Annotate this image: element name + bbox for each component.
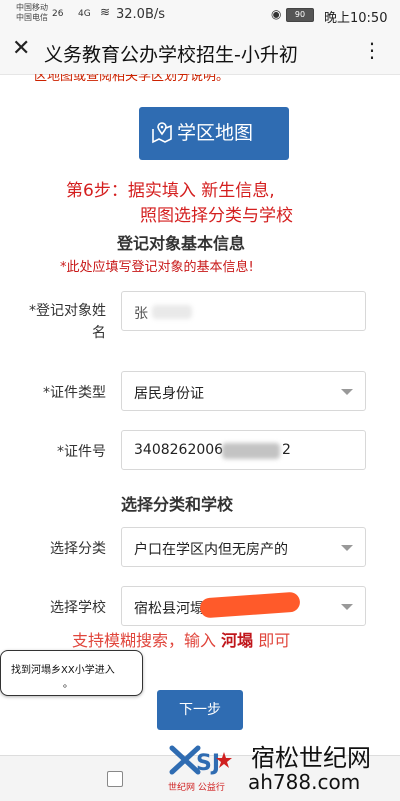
id-type-value: 居民身份证	[134, 386, 204, 402]
chevron-down-icon	[341, 545, 353, 551]
fuzzy-tip-keyword: 河塌	[221, 631, 254, 650]
annotation-line2: 。	[63, 679, 73, 690]
category-label: 选择分类	[50, 541, 106, 557]
name-input[interactable]: 张	[121, 291, 366, 331]
step-annotation-line1: 第6步：据实填入 新生信息,	[66, 181, 275, 201]
carrier-info: 中国移动 中国电信	[16, 3, 48, 23]
close-icon[interactable]: ✕	[12, 36, 30, 62]
cut-off-instruction: 区地图或查阅相关学区划分说明。	[34, 74, 230, 84]
chevron-down-icon	[341, 389, 353, 395]
signal-1-label: 26	[52, 9, 64, 19]
checkbox[interactable]	[107, 771, 123, 787]
signal-2-label: 4G	[78, 9, 91, 19]
annotation-line1: 找到河塌乡XX小学进入	[11, 665, 115, 676]
id-number-input[interactable]: 3408262006 2	[121, 430, 366, 470]
fuzzy-tip-prefix: 支持模糊搜索，输入	[72, 631, 222, 650]
status-time: 晚上10:50	[324, 11, 388, 26]
carrier-2: 中国电信	[16, 13, 48, 22]
id-number-value-start: 3408262006	[134, 442, 224, 458]
title-bar: ✕ 义务教育公办学校招生-小升初 ⋮	[0, 30, 400, 75]
id-number-label: *证件号	[57, 444, 106, 460]
name-redaction	[152, 305, 192, 319]
watermark-subtitle: 世纪网 公益行	[168, 783, 225, 793]
name-label-line1: *登记对象姓	[29, 303, 106, 319]
category-select[interactable]: 户口在学区内但无房产的	[121, 527, 366, 567]
fuzzy-search-tip: 支持模糊搜索，输入 河塌 即可	[72, 627, 290, 651]
school-label: 选择学校	[50, 600, 106, 616]
page-title: 义务教育公办学校招生-小升初	[44, 44, 298, 66]
category-value: 户口在学区内但无房产的	[134, 542, 288, 558]
id-number-redaction	[222, 443, 280, 459]
name-label: *登记对象姓 名	[16, 300, 106, 344]
basic-info-hint: *此处应填写登记对象的基本信息!	[60, 260, 254, 275]
net-speed: 32.0B/s	[116, 7, 166, 22]
id-type-select[interactable]: 居民身份证	[121, 371, 366, 411]
carrier-1: 中国移动	[16, 3, 48, 12]
watermark-logo-text: SJ	[196, 751, 220, 776]
more-menu-icon[interactable]: ⋮	[362, 38, 383, 62]
chevron-down-icon	[341, 604, 353, 610]
wifi-icon: ≋	[100, 5, 111, 19]
next-button[interactable]: 下一步	[157, 690, 243, 730]
map-pin-icon	[152, 122, 172, 144]
watermark-site-name: 宿松世纪网	[251, 744, 371, 772]
fuzzy-tip-suffix: 即可	[253, 631, 291, 650]
annotation-bubble: 找到河塌乡XX小学进入 。	[0, 650, 143, 696]
basic-info-heading: 登记对象基本信息	[117, 234, 246, 253]
step-annotation-line2: 照图选择分类与学校	[140, 206, 293, 226]
map-button-label: 学区地图	[177, 122, 254, 144]
school-section-heading: 选择分类和学校	[121, 495, 234, 514]
name-label-line2: 名	[92, 325, 106, 341]
watermark-url: ah788.com	[248, 770, 361, 794]
eye-icon: ◉	[271, 7, 282, 21]
school-value: 宿松县河塌	[134, 601, 204, 617]
id-number-value-end: 2	[282, 442, 291, 458]
battery-icon: 90	[286, 8, 314, 22]
status-bar: 中国移动 中国电信 26 4G ≋ 32.0B/s ◉ 90 晚上10:50	[0, 0, 400, 30]
school-district-map-button[interactable]: 学区地图	[139, 107, 289, 160]
id-type-label: *证件类型	[43, 385, 106, 401]
name-value: 张	[134, 306, 148, 322]
